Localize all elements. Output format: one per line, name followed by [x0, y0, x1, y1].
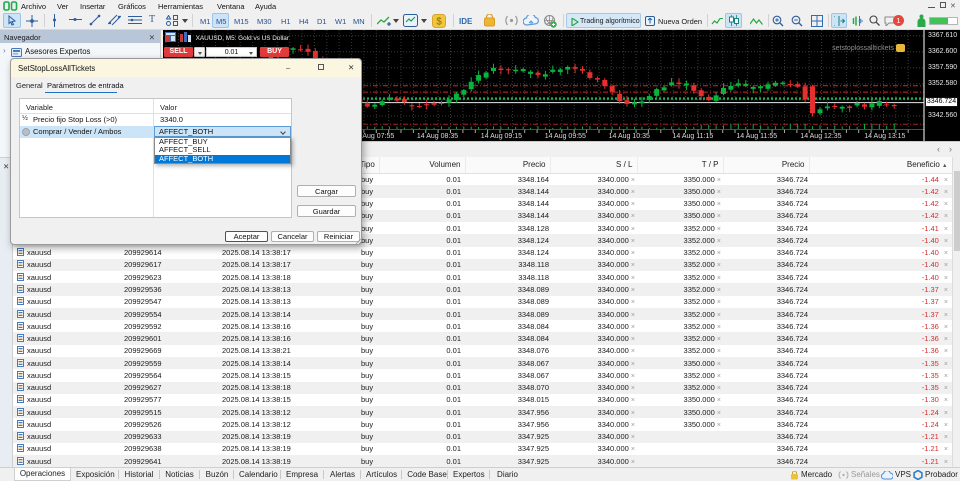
svg-text:$: $ [436, 17, 442, 28]
